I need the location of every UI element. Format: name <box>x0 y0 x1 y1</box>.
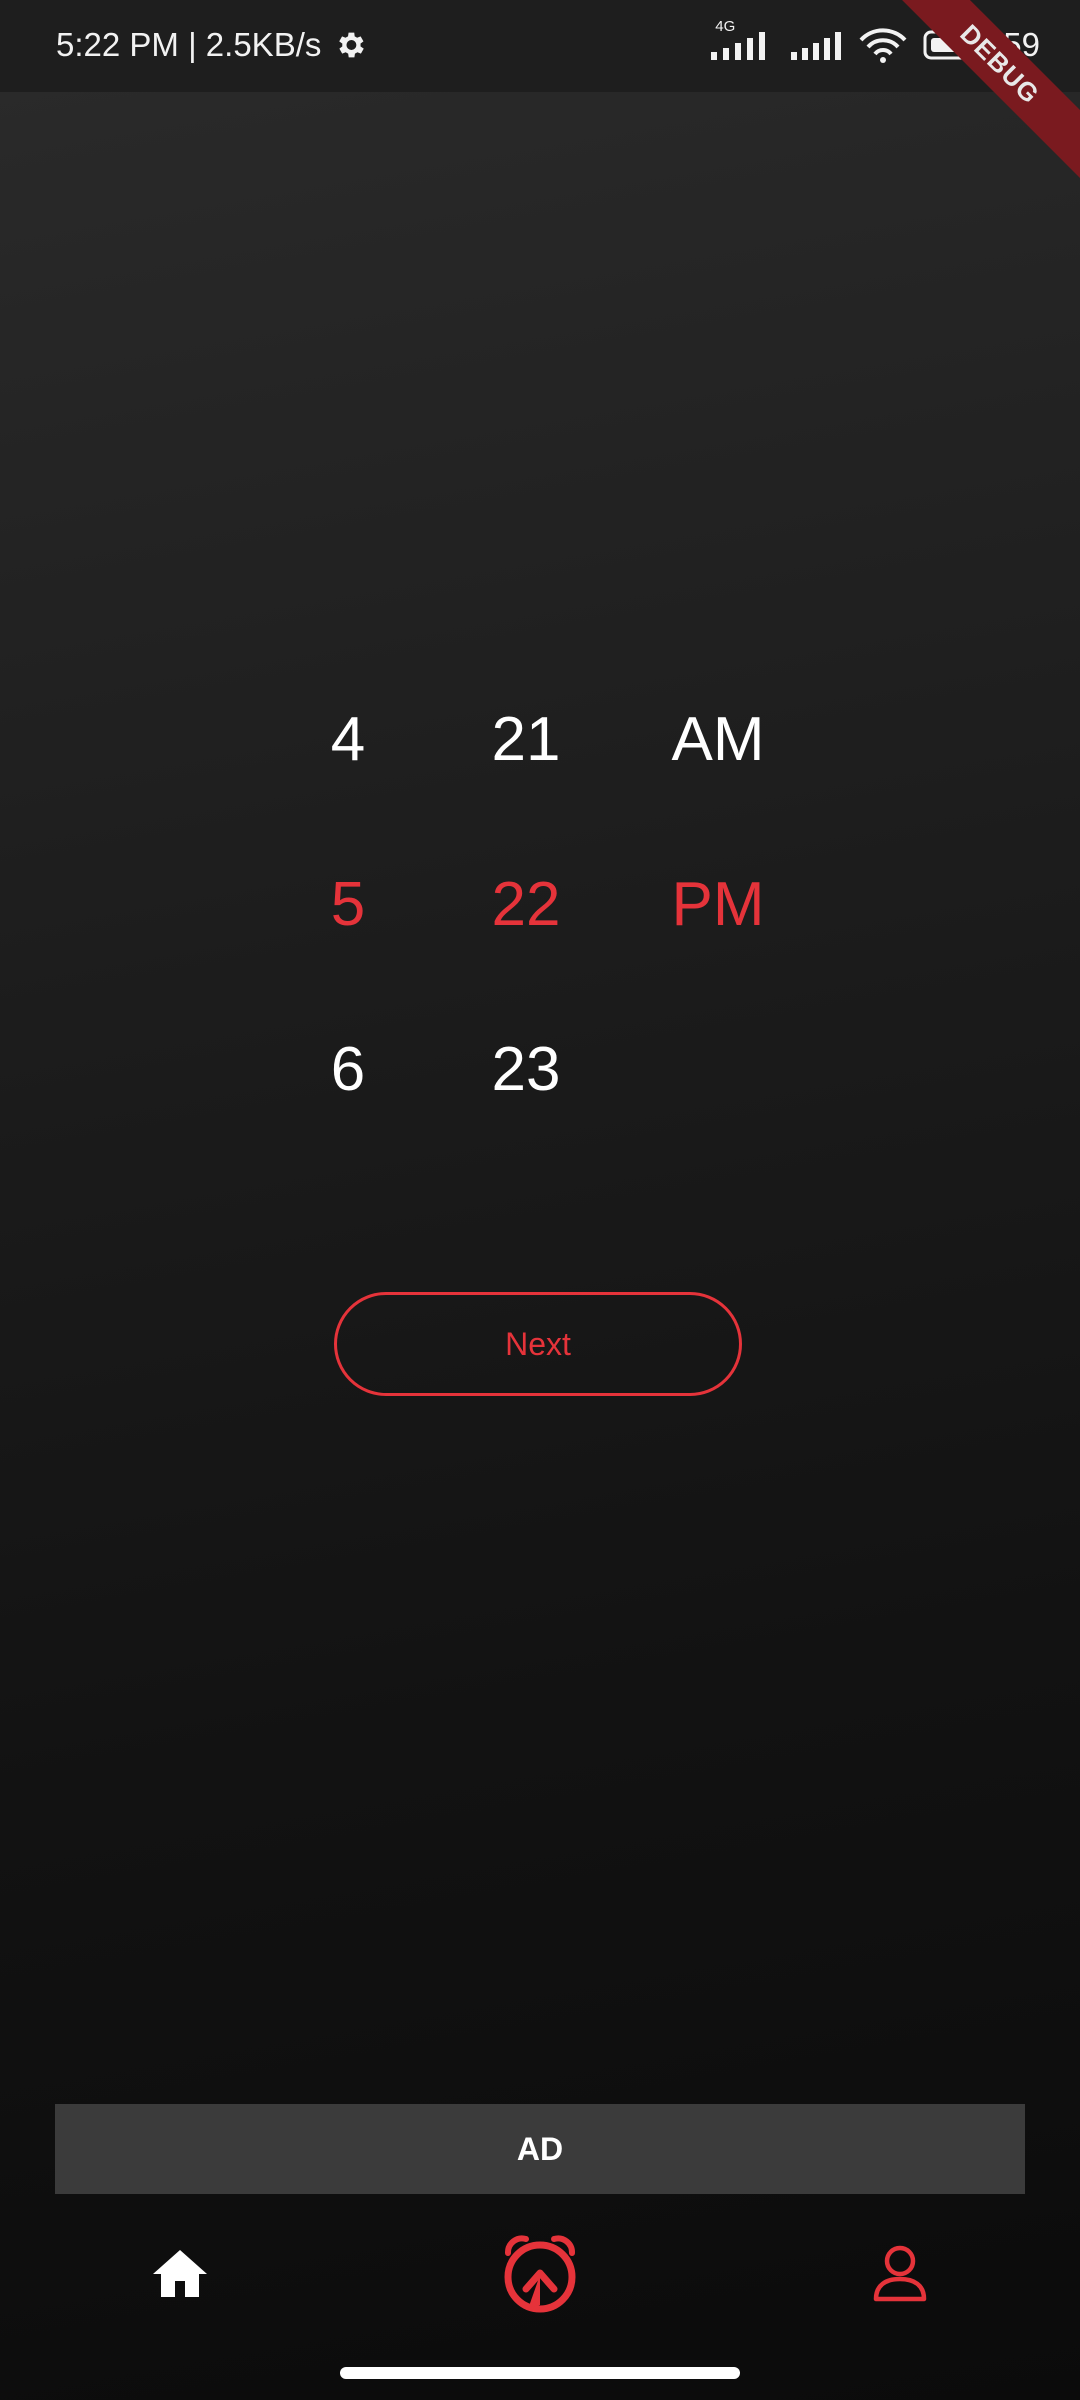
next-button[interactable]: Next <box>334 1292 742 1396</box>
bottom-nav <box>0 2200 1080 2355</box>
network-type: 4G <box>715 18 736 35</box>
minute-wheel[interactable]: 21 22 23 <box>416 680 636 1180</box>
minute-option[interactable]: 21 <box>416 680 636 800</box>
alarm-icon <box>498 2231 582 2320</box>
nav-home[interactable] <box>120 2220 240 2330</box>
home-indicator[interactable] <box>340 2367 740 2379</box>
status-time-speed: 5:22 PM | 2.5KB/s <box>56 26 322 63</box>
signal-icon <box>789 28 843 62</box>
wifi-icon <box>857 26 909 64</box>
signal-icon: 4G <box>709 18 775 62</box>
minute-option[interactable]: 23 <box>416 1010 636 1130</box>
nav-alarm[interactable] <box>480 2220 600 2330</box>
alarm-screen: 5:22 PM | 2.5KB/s 4G 59 DEBUG 4 5 6 21 2… <box>0 0 1080 2400</box>
nav-profile[interactable] <box>840 2220 960 2330</box>
profile-icon <box>872 2243 928 2308</box>
period-option-selected[interactable]: PM <box>608 845 828 965</box>
gear-icon <box>333 28 367 62</box>
period-wheel[interactable]: AM PM <box>608 680 828 1180</box>
time-picker[interactable]: 4 5 6 21 22 23 AM PM <box>0 680 1080 1180</box>
status-left: 5:22 PM | 2.5KB/s <box>56 26 367 64</box>
minute-option-selected[interactable]: 22 <box>416 845 636 965</box>
home-icon <box>151 2247 209 2304</box>
period-option[interactable]: AM <box>608 680 828 800</box>
ad-label: AD <box>516 2130 564 2167</box>
ad-banner[interactable]: AD <box>55 2104 1025 2194</box>
